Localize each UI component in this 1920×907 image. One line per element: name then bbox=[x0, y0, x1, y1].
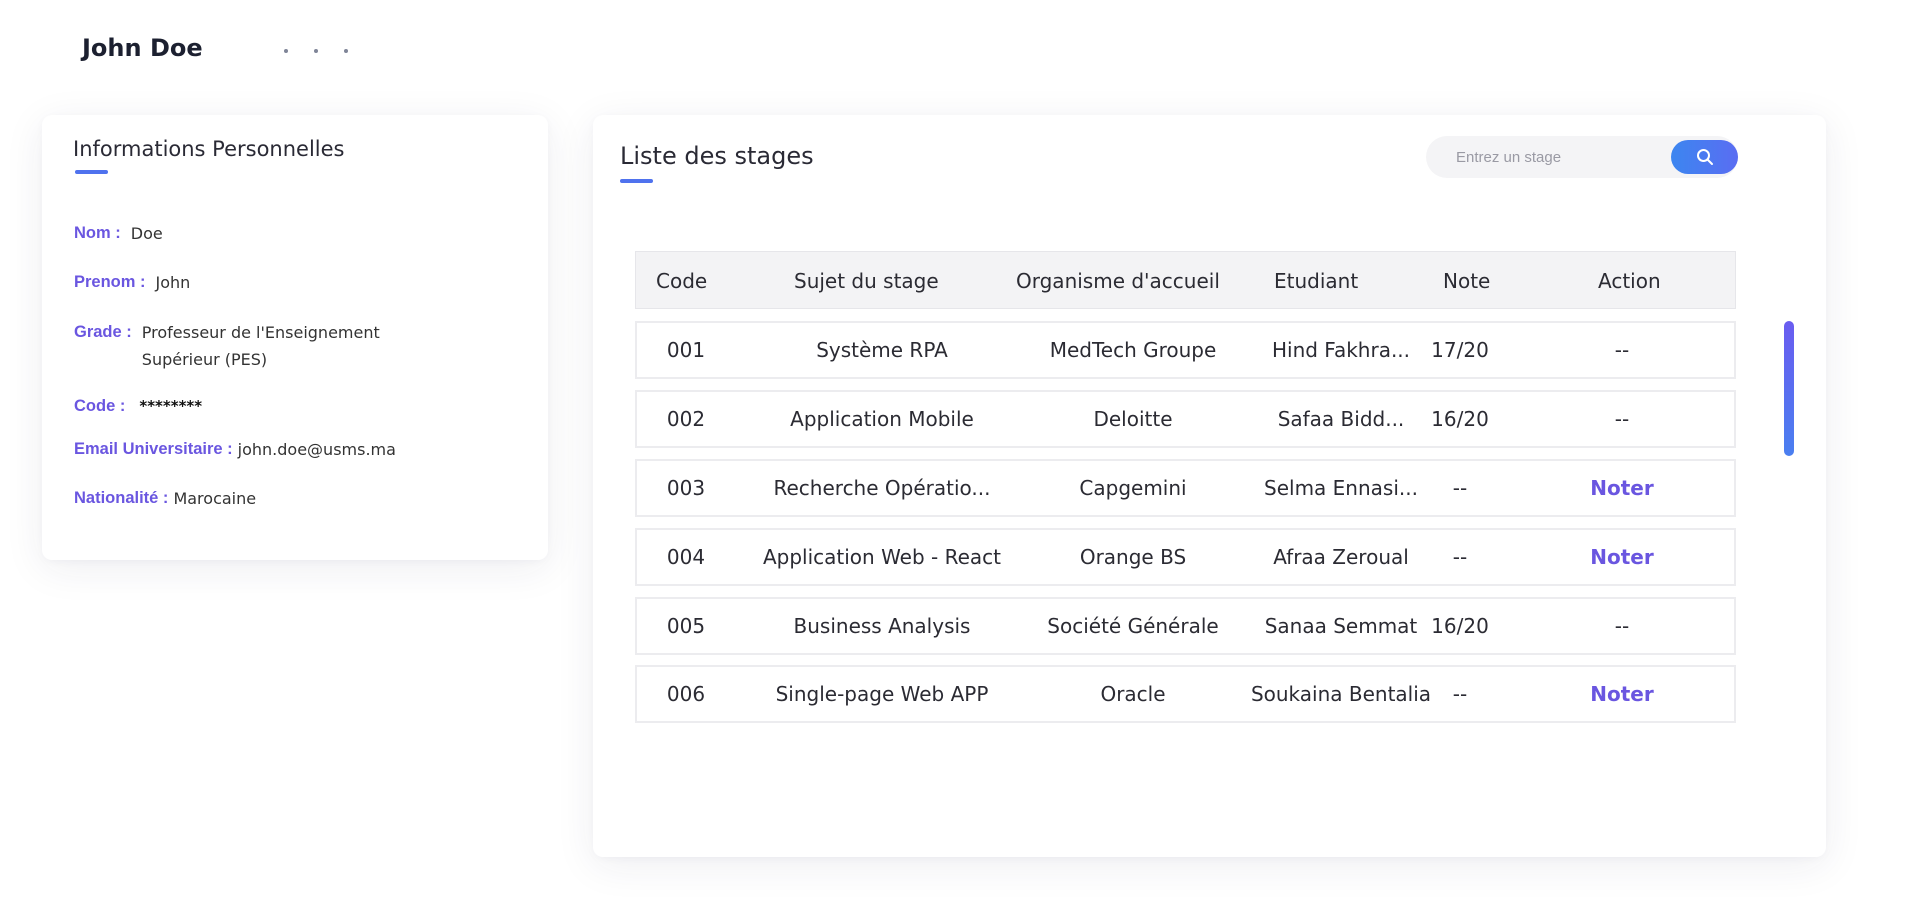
noter-button[interactable]: Noter bbox=[1567, 667, 1677, 721]
nationalite-label: Nationalité : bbox=[74, 489, 169, 507]
column-header-etudiant: Etudiant bbox=[1274, 269, 1359, 293]
personal-info-title: Informations Personnelles bbox=[73, 137, 345, 161]
cell-action: -- bbox=[1614, 614, 1630, 638]
cell-organisme: Capgemini bbox=[1079, 476, 1187, 500]
email-value: john.doe@usms.ma bbox=[237, 440, 396, 459]
cell-etudiant: Sanaa Semmat bbox=[1264, 614, 1418, 638]
code-label: Code : bbox=[74, 397, 126, 415]
info-row-prenom: Prenom : John bbox=[74, 273, 190, 292]
top-bar: John Doe bbox=[0, 0, 1920, 100]
table-row: 005 Business Analysis Société Générale Sana… bbox=[635, 597, 1736, 655]
noter-button[interactable]: Noter bbox=[1567, 461, 1677, 515]
column-header-code: Code bbox=[656, 269, 708, 293]
grade-value: Professeur de l'Enseignement Supérieur (… bbox=[142, 319, 380, 373]
prenom-value: John bbox=[155, 273, 191, 292]
table-header: Code Sujet du stage Organisme d'accueil … bbox=[635, 251, 1736, 309]
cell-code: 003 bbox=[666, 476, 706, 500]
column-header-note: Note bbox=[1443, 269, 1491, 293]
cell-etudiant: Selma Ennasi... bbox=[1264, 476, 1418, 500]
more-options-icon[interactable] bbox=[284, 49, 348, 53]
cell-action: -- bbox=[1614, 407, 1630, 431]
column-header-action: Action bbox=[1598, 269, 1661, 293]
nom-value: Doe bbox=[130, 224, 163, 243]
cell-code: 005 bbox=[666, 614, 706, 638]
cell-etudiant: Afraa Zeroual bbox=[1273, 545, 1409, 569]
search-input[interactable] bbox=[1446, 136, 1686, 178]
nom-label: Nom : bbox=[74, 224, 121, 242]
cell-organisme: Deloitte bbox=[1093, 407, 1173, 431]
cell-sujet: Business Analysis bbox=[793, 614, 971, 638]
cell-code: 004 bbox=[666, 545, 706, 569]
cell-etudiant: Safaa Bidd... bbox=[1277, 407, 1405, 431]
dot bbox=[344, 49, 348, 53]
cell-sujet: Système RPA bbox=[816, 338, 948, 362]
cell-note: -- bbox=[1452, 545, 1468, 569]
stages-title: Liste des stages bbox=[620, 142, 814, 170]
email-label: Email Universitaire : bbox=[74, 440, 233, 458]
cell-note: -- bbox=[1452, 682, 1468, 706]
prenom-label: Prenom : bbox=[74, 273, 146, 291]
table-row: 003 Recherche Opératio... Capgemini Selma E… bbox=[635, 459, 1736, 517]
info-row-grade: Grade : Professeur de l'Enseignement Sup… bbox=[74, 323, 380, 373]
cell-action: -- bbox=[1614, 338, 1630, 362]
cell-sujet: Single-page Web APP bbox=[775, 682, 989, 706]
grade-value-line2: Supérieur (PES) bbox=[141, 350, 268, 369]
info-row-nationalite: Nationalité : Marocaine bbox=[74, 489, 256, 508]
cell-sujet: Recherche Opératio... bbox=[773, 476, 991, 500]
table-row: 004 Application Web - React Orange BS Afraa… bbox=[635, 528, 1736, 586]
cell-code: 002 bbox=[666, 407, 706, 431]
cell-note: -- bbox=[1452, 476, 1468, 500]
table-row: 002 Application Mobile Deloitte Safaa Bidd.… bbox=[635, 390, 1736, 448]
title-underline bbox=[75, 170, 108, 174]
user-name: John Doe bbox=[82, 34, 203, 62]
scrollbar-thumb[interactable] bbox=[1784, 321, 1794, 456]
search-icon bbox=[1696, 149, 1713, 165]
cell-etudiant: Hind Fakhra... bbox=[1271, 338, 1411, 362]
cell-code: 006 bbox=[666, 682, 706, 706]
cell-etudiant: Soukaina Bentalia bbox=[1250, 682, 1432, 706]
cell-sujet: Application Mobile bbox=[790, 407, 974, 431]
search-button[interactable] bbox=[1671, 140, 1738, 174]
cell-sujet: Application Web - React bbox=[762, 545, 1002, 569]
cell-note: 16/20 bbox=[1431, 407, 1489, 431]
stages-card: Liste des stages Code Sujet du stage Org… bbox=[593, 115, 1826, 857]
personal-info-card: Informations Personnelles Nom : Doe Pren… bbox=[42, 115, 548, 560]
info-row-nom: Nom : Doe bbox=[74, 224, 163, 243]
cell-code: 001 bbox=[666, 338, 706, 362]
cell-organisme: MedTech Groupe bbox=[1049, 338, 1217, 362]
dot bbox=[284, 49, 288, 53]
info-row-email: Email Universitaire : john.doe@usms.ma bbox=[74, 440, 396, 459]
search-box bbox=[1426, 136, 1738, 178]
cell-organisme: Oracle bbox=[1100, 682, 1166, 706]
column-header-organisme: Organisme d'accueil bbox=[1016, 269, 1220, 293]
dot bbox=[314, 49, 318, 53]
nationalite-value: Marocaine bbox=[173, 489, 257, 508]
column-header-sujet: Sujet du stage bbox=[794, 269, 939, 293]
noter-button[interactable]: Noter bbox=[1567, 530, 1677, 584]
grade-value-line1: Professeur de l'Enseignement bbox=[141, 323, 380, 342]
table-row: 001 Système RPA MedTech Groupe Hind Fakhra.… bbox=[635, 321, 1736, 379]
cell-note: 17/20 bbox=[1431, 338, 1489, 362]
code-value: ******** bbox=[139, 397, 203, 415]
table-row: 006 Single-page Web APP Oracle Soukaina Ben… bbox=[635, 665, 1736, 723]
cell-organisme: Société Générale bbox=[1047, 614, 1219, 638]
title-underline bbox=[620, 179, 653, 183]
info-row-code: Code : ******** bbox=[74, 397, 202, 416]
cell-note: 16/20 bbox=[1431, 614, 1489, 638]
grade-label: Grade : bbox=[74, 323, 132, 341]
cell-organisme: Orange BS bbox=[1079, 545, 1187, 569]
